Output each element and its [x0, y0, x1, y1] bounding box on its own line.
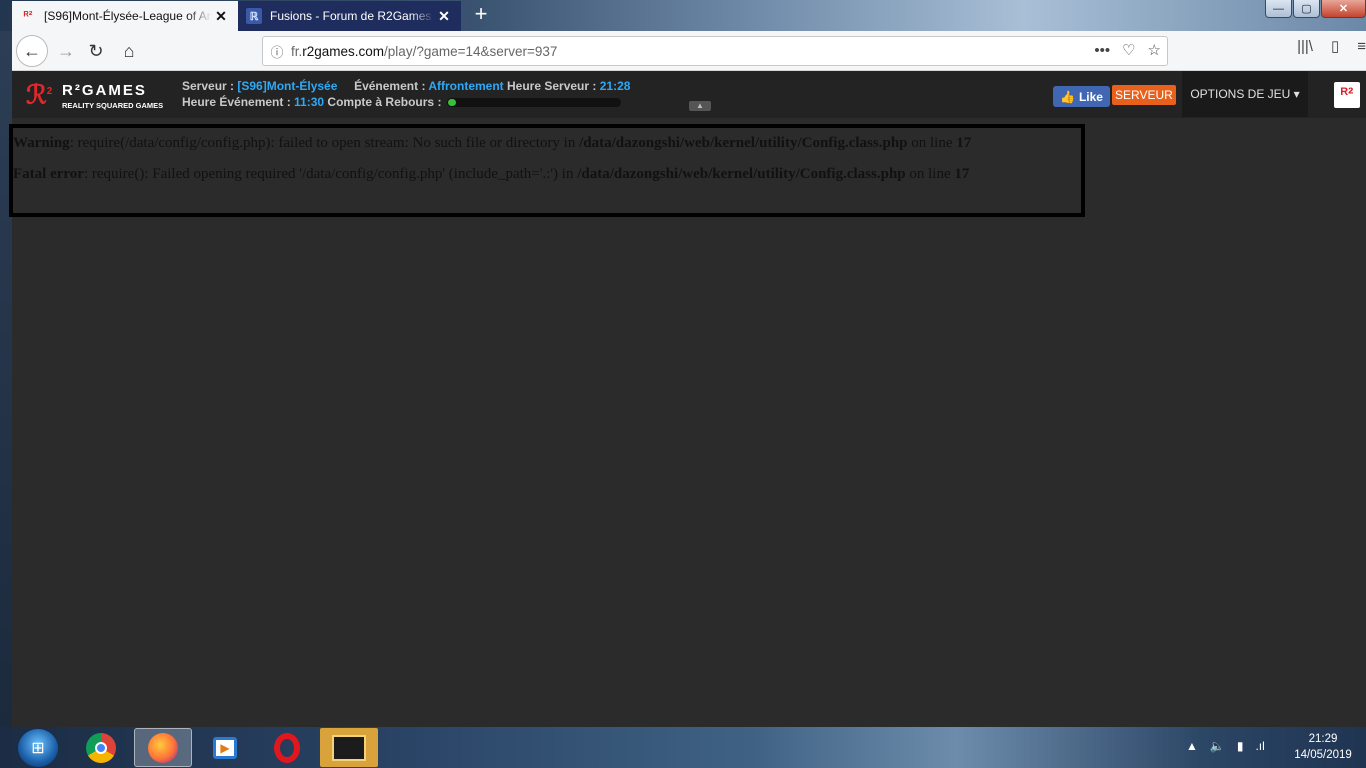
r2games-mark-icon: ℛ2 — [26, 79, 53, 110]
thumbs-up-icon: 👍 — [1060, 89, 1075, 104]
network-signal-icon[interactable]: .ıl — [1255, 739, 1264, 753]
page-content: Warning: require(/data/config/config.php… — [9, 118, 1366, 727]
menu-icon[interactable]: ≡ — [1357, 38, 1366, 55]
game-header: ℛ2 R²GAMES REALITY SQUARED GAMES Serveur… — [12, 71, 1366, 118]
event-info-row: Heure Événement : 11:30 Compte à Rebours… — [182, 95, 621, 109]
php-error-box: Warning: require(/data/config/config.php… — [9, 124, 1085, 217]
firefox-taskbar-button[interactable] — [134, 728, 192, 767]
media-player-taskbar-button[interactable]: ▶ — [196, 728, 254, 767]
r2games-extension-icon[interactable]: ᴿ² — [1334, 82, 1360, 108]
game-options-menu[interactable]: OPTIONS DE JEU ▾ — [1182, 71, 1308, 117]
tab-title: [S96]Mont-Élysée-League of Angels — [44, 9, 212, 23]
logo-tagline: REALITY SQUARED GAMES — [62, 101, 164, 110]
bookmark-star-icon[interactable]: ☆ — [1148, 41, 1161, 59]
countdown-progress-bar — [446, 98, 621, 108]
minimize-button[interactable]: — — [1265, 0, 1292, 18]
event-label: Événement : — [354, 79, 426, 93]
close-window-button[interactable]: ✕ — [1321, 0, 1366, 18]
page-actions-icon[interactable]: ••• — [1094, 42, 1110, 59]
firefox-icon — [148, 732, 178, 763]
library-icon[interactable]: |||\ — [1297, 38, 1313, 55]
opera-icon — [274, 732, 300, 763]
power-icon[interactable]: ▮ — [1237, 739, 1244, 753]
chrome-taskbar-button[interactable] — [72, 728, 130, 767]
volume-icon[interactable]: 🔈 — [1210, 739, 1225, 753]
close-tab-icon[interactable]: ✕ — [212, 8, 230, 25]
like-label: Like — [1078, 89, 1103, 104]
media-player-icon: ▶ — [213, 736, 237, 759]
facebook-like-button[interactable]: 👍 Like — [1053, 86, 1110, 107]
navigation-bar: ← → ↻ ⌂ ⓘ fr.r2games.com/play/?game=14&s… — [12, 31, 1366, 71]
serveur-button[interactable]: SERVEUR — [1112, 85, 1176, 105]
start-button-icon[interactable]: ⊞ — [18, 729, 58, 767]
event-time-value: 11:30 — [294, 95, 325, 109]
logo-name: R²GAMES — [62, 82, 147, 99]
event-time-label: Heure Événement : — [182, 95, 291, 109]
game-taskbar-button[interactable] — [320, 728, 378, 767]
server-time-label: Heure Serveur : — [507, 79, 597, 93]
warning-message: Warning: require(/data/config/config.php… — [13, 135, 972, 151]
countdown-progress-fill — [447, 99, 456, 107]
home-icon[interactable]: ⌂ — [115, 37, 143, 65]
server-info-row: Serveur : [S96]Mont-Élysée Événement : A… — [182, 79, 630, 93]
countdown-label: Compte à Rebours : — [327, 95, 442, 109]
close-tab-icon[interactable]: ✕ — [435, 8, 453, 25]
collapse-header-button[interactable]: ▲ — [689, 101, 711, 111]
event-value: Affrontement — [428, 79, 504, 93]
address-bar[interactable]: ⓘ fr.r2games.com/play/?game=14&server=93… — [262, 36, 1168, 66]
reload-icon[interactable]: ↻ — [82, 37, 110, 65]
show-hidden-icons-icon[interactable]: ▲ — [1186, 739, 1198, 753]
tab-title: Fusions - Forum de R2Games France — [270, 9, 435, 23]
pocket-icon[interactable]: ♡ — [1122, 41, 1135, 59]
tab-strip: ᴿ² [S96]Mont-Élysée-League of Angels ✕ ℝ… — [12, 0, 1266, 31]
forum-favicon-icon: ℝ — [246, 8, 262, 24]
system-tray: ▲ 🔈 ▮ .ıl — [1186, 739, 1265, 753]
sidebar-icon[interactable]: ▯ — [1331, 37, 1339, 55]
windows-taskbar: ⊞ ▶ ▲ 🔈 ▮ .ıl 21:29 14/05/2019 — [0, 727, 1366, 768]
forward-arrow-icon[interactable]: → — [52, 37, 80, 65]
maximize-button[interactable]: ▢ — [1293, 0, 1320, 18]
r2games-logo[interactable]: ℛ2 R²GAMES REALITY SQUARED GAMES — [26, 75, 171, 113]
server-time-value: 21:28 — [599, 79, 631, 93]
server-value: [S96]Mont-Élysée — [237, 79, 338, 93]
tab-league-of-angels[interactable]: ᴿ² [S96]Mont-Élysée-League of Angels ✕ — [12, 1, 238, 31]
opera-taskbar-button[interactable] — [258, 728, 316, 767]
clock-time: 21:29 — [1308, 733, 1338, 745]
taskbar-clock[interactable]: 21:29 14/05/2019 — [1290, 731, 1356, 763]
chrome-icon — [86, 732, 116, 763]
clock-date: 14/05/2019 — [1294, 749, 1352, 761]
tab-forum[interactable]: ℝ Fusions - Forum de R2Games France ✕ — [238, 1, 461, 31]
new-tab-button[interactable]: + — [468, 3, 494, 27]
url-text: fr.r2games.com/play/?game=14&server=937 — [291, 43, 558, 59]
server-label: Serveur : — [182, 79, 235, 93]
fatal-error-message: Fatal error: require(): Failed opening r… — [13, 166, 970, 182]
window-controls: — ▢ ✕ — [1264, 0, 1366, 20]
site-info-icon[interactable]: ⓘ — [263, 42, 291, 61]
back-arrow-icon[interactable]: ← — [16, 35, 48, 67]
game-app-icon — [332, 734, 366, 761]
r2games-favicon-icon: ᴿ² — [23, 10, 33, 22]
